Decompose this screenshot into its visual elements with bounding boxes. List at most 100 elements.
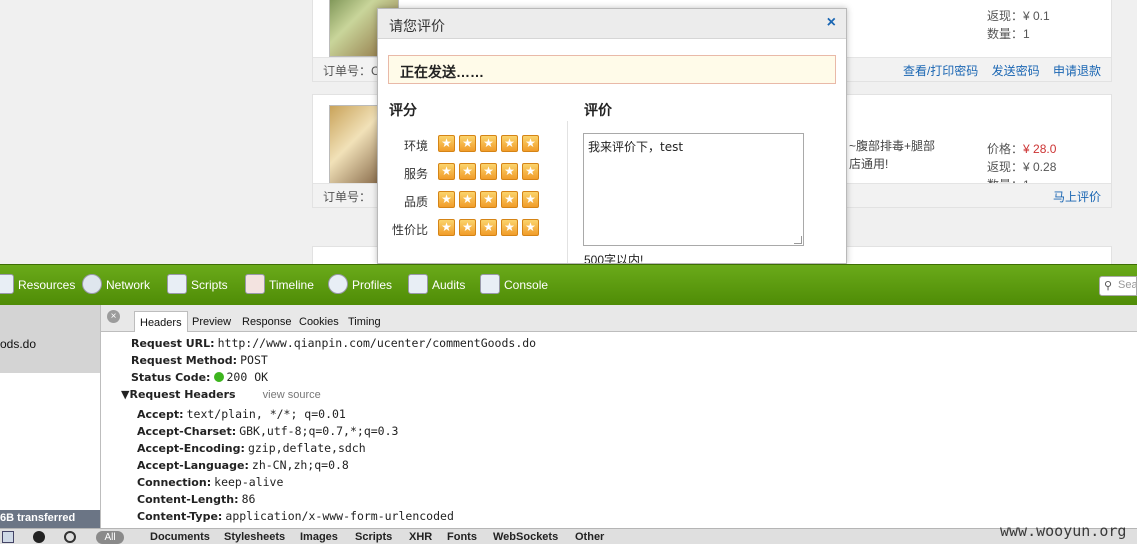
star-rating[interactable]: ★ ★ ★ ★ ★	[438, 219, 539, 236]
quantity-text: 数量：1	[987, 27, 1030, 41]
detail-tabs: × Headers Preview Response Cookies Timin…	[101, 305, 1137, 333]
request-list: ods.do 6B transferred	[0, 305, 101, 528]
rating-heading: 评分	[389, 102, 417, 118]
resources-icon	[0, 274, 14, 294]
status-ok-icon	[213, 372, 224, 382]
sending-status-box: 正在发送……	[388, 55, 836, 84]
order-number: 订单号：	[323, 190, 372, 204]
star-icon[interactable]: ★	[438, 191, 455, 208]
star-icon[interactable]: ★	[522, 219, 539, 236]
record-icon[interactable]	[33, 531, 45, 543]
status-code-row: Status Code: 200 OK	[131, 370, 269, 384]
tab-cookies[interactable]: Cookies	[299, 316, 339, 328]
rating-label: 品质	[403, 195, 428, 209]
star-rating[interactable]: ★ ★ ★ ★ ★	[438, 163, 539, 180]
transfer-summary: 6B transferred	[0, 510, 100, 528]
star-icon[interactable]: ★	[438, 135, 455, 152]
comment-textarea[interactable]: 我来评价下，test	[583, 133, 804, 246]
header-row: Connection: keep-alive	[137, 475, 284, 489]
scripts-icon	[167, 274, 187, 294]
dialog-header: 请您评价 ×	[378, 9, 846, 39]
rating-dialog: 请您评价 × 正在发送…… 评分 评价 环境 ★ ★ ★ ★ ★ 服务 ★ ★ ★ ★ ★ 品质…	[377, 8, 847, 264]
dialog-title: 请您评价	[389, 18, 445, 34]
char-limit-hint: 500字以内!	[584, 253, 644, 264]
filter-other[interactable]: Other	[575, 531, 604, 543]
resize-grip-icon[interactable]	[794, 236, 802, 244]
devtools-status-bar: All Documents Stylesheets Images Scripts…	[0, 528, 1137, 544]
filter-stylesheets[interactable]: Stylesheets	[224, 531, 285, 543]
header-row: Content-Type: application/x-www-form-url…	[137, 509, 454, 523]
filter-fonts[interactable]: Fonts	[447, 531, 477, 543]
star-icon[interactable]: ★	[480, 219, 497, 236]
order-meta: 返现：¥ 0.1 数量：1	[987, 7, 1050, 43]
view-source-link[interactable]: view source	[263, 389, 321, 401]
network-icon	[82, 274, 102, 294]
request-url-row: Request URL: http://www.qianpin.com/ucen…	[131, 336, 537, 350]
comment-heading: 评价	[584, 102, 612, 118]
rebate-text: 返现：¥ 0.1	[987, 9, 1050, 23]
dock-icon[interactable]	[2, 531, 14, 543]
star-rating[interactable]: ★ ★ ★ ★ ★	[438, 135, 539, 152]
star-icon[interactable]: ★	[459, 163, 476, 180]
star-icon[interactable]: ★	[501, 191, 518, 208]
rating-label: 服务	[403, 167, 428, 181]
header-row: Content-Length: 86	[137, 492, 256, 506]
rating-label: 环境	[403, 139, 428, 153]
star-icon[interactable]: ★	[459, 219, 476, 236]
devtools-panel: Resources Network Scripts Timeline Profi…	[0, 264, 1137, 544]
star-icon[interactable]: ★	[501, 219, 518, 236]
star-icon[interactable]: ★	[522, 191, 539, 208]
section-title: Request Headers	[129, 388, 236, 401]
watermark: www.wooyun.org	[1000, 522, 1127, 540]
order-number: 订单号：C	[323, 64, 380, 78]
rating-label: 性价比	[391, 223, 428, 237]
star-icon[interactable]: ★	[438, 219, 455, 236]
header-row: Accept-Charset: GBK,utf-8;q=0.7,*;q=0.3	[137, 424, 399, 438]
rate-now-link[interactable]: 马上评价	[1053, 190, 1101, 204]
tab-timing[interactable]: Timing	[348, 316, 381, 328]
star-icon[interactable]: ★	[480, 135, 497, 152]
console-icon	[480, 274, 500, 294]
request-refund-link[interactable]: 申请退款	[1053, 64, 1101, 78]
filter-websockets[interactable]: WebSockets	[493, 531, 558, 543]
list-item[interactable]: ods.do	[0, 305, 100, 373]
star-icon[interactable]: ★	[522, 163, 539, 180]
tab-headers[interactable]: Headers	[134, 311, 188, 333]
request-name: ods.do	[0, 337, 37, 351]
filter-xhr[interactable]: XHR	[409, 531, 432, 543]
tab-response[interactable]: Response	[242, 316, 292, 328]
order-description: ~腹部排毒+腿部 店通用!	[849, 139, 936, 171]
search-icon: ⚲	[1104, 280, 1113, 292]
star-icon[interactable]: ★	[522, 135, 539, 152]
star-icon[interactable]: ★	[459, 135, 476, 152]
view-print-password-link[interactable]: 查看/打印密码	[903, 64, 978, 78]
request-method-row: Request Method: POST	[131, 353, 268, 367]
close-icon[interactable]: ×	[107, 310, 120, 323]
timeline-icon	[245, 274, 265, 294]
header-row: Accept-Language: zh-CN,zh;q=0.8	[137, 458, 349, 472]
request-headers-section[interactable]: ▼Request Headers view source	[121, 386, 321, 404]
profiles-icon	[328, 274, 348, 294]
clear-icon[interactable]	[64, 531, 76, 543]
filter-scripts[interactable]: Scripts	[355, 531, 392, 543]
comment-text: 我来评价下，test	[588, 140, 684, 154]
star-icon[interactable]: ★	[438, 163, 455, 180]
send-password-link[interactable]: 发送密码	[992, 64, 1040, 78]
star-icon[interactable]: ★	[501, 163, 518, 180]
tab-preview[interactable]: Preview	[192, 316, 231, 328]
devtools-search-input[interactable]: ⚲ Sea	[1099, 276, 1137, 296]
filter-images[interactable]: Images	[300, 531, 338, 543]
divider	[567, 121, 568, 263]
audits-icon	[408, 274, 428, 294]
star-icon[interactable]: ★	[480, 163, 497, 180]
rebate-text: 返现：¥ 0.28	[987, 160, 1057, 174]
filter-all[interactable]: All	[96, 531, 124, 544]
price-text: 价格：¥ 28.0	[987, 142, 1057, 156]
star-rating[interactable]: ★ ★ ★ ★ ★	[438, 191, 539, 208]
close-icon[interactable]: ×	[827, 14, 836, 32]
star-icon[interactable]: ★	[501, 135, 518, 152]
star-icon[interactable]: ★	[459, 191, 476, 208]
star-icon[interactable]: ★	[480, 191, 497, 208]
filter-documents[interactable]: Documents	[150, 531, 210, 543]
sending-status-text: 正在发送……	[400, 64, 484, 80]
